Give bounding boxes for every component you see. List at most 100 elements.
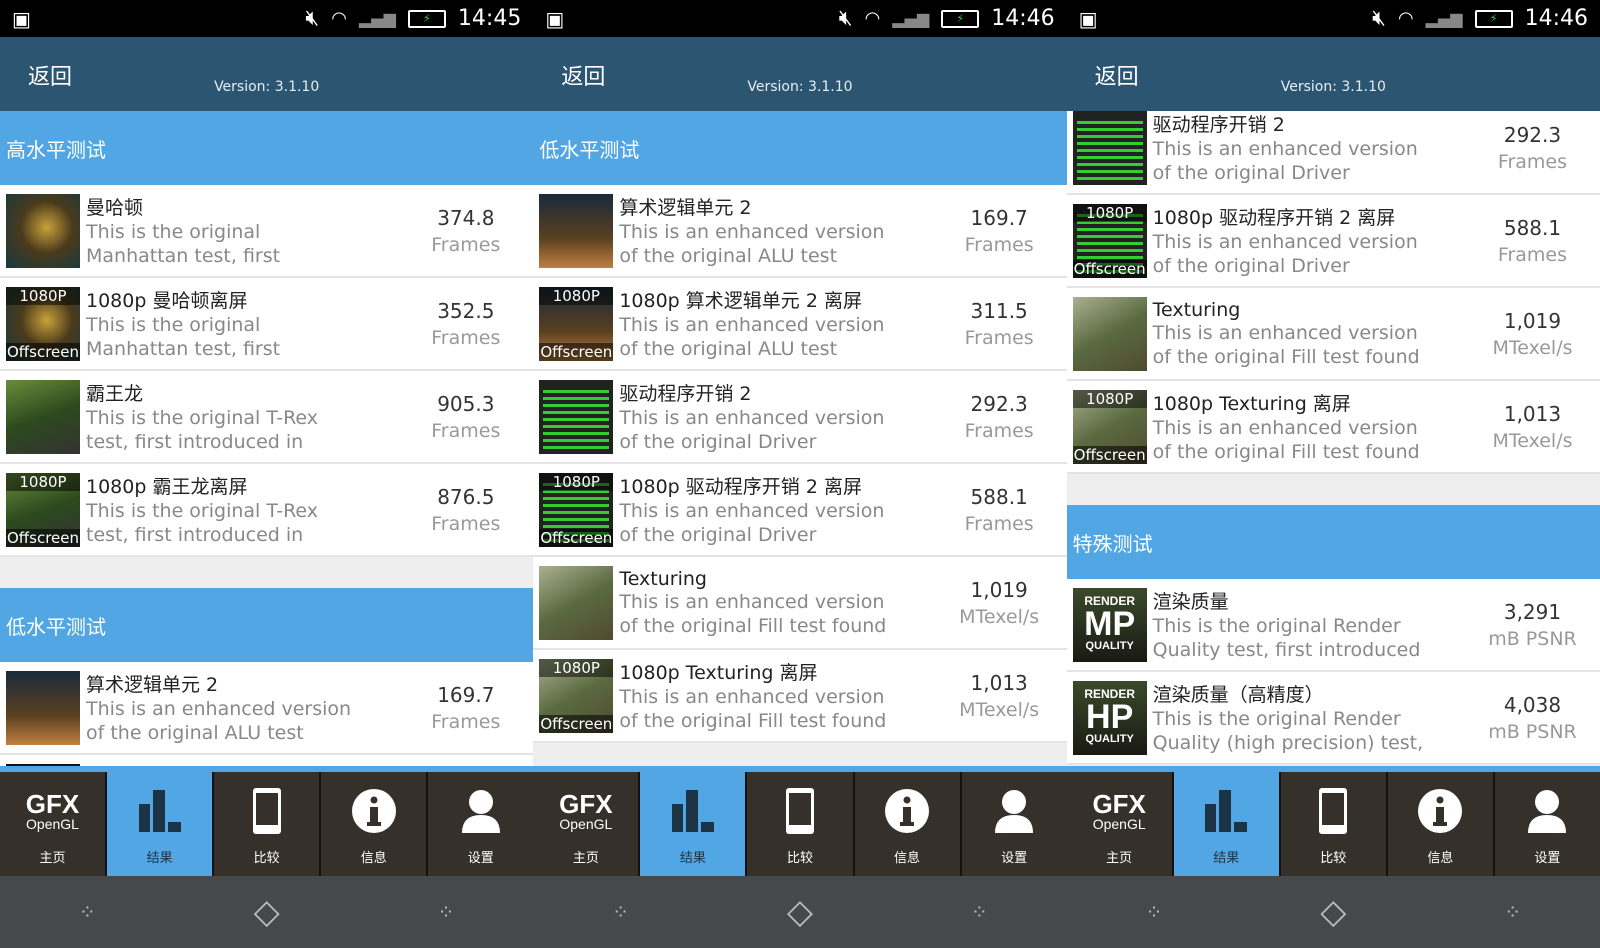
offscreen-tag: Offscreen — [6, 342, 80, 361]
section-header: 高水平测试 — [0, 111, 534, 185]
test-description: This is an enhanced version — [619, 314, 885, 336]
tab-label: 结果 — [146, 851, 173, 866]
test-result-row[interactable]: 算术逻辑单元 2 This is an enhanced version of … — [533, 185, 1067, 278]
test-result-row[interactable]: Texturing This is an enhanced version of… — [1066, 288, 1600, 381]
test-result-row[interactable]: RENDER HP QUALITY 渲染质量（高精度） This is the or… — [1066, 672, 1600, 765]
tab-label: 主页 — [1106, 851, 1133, 866]
test-result-row[interactable]: Texturing This is an enhanced version of… — [533, 557, 1067, 650]
results-list[interactable]: 低水平测试 算术逻辑单元 2 This is an enhanced versi… — [533, 111, 1067, 766]
score-value: 292.3 — [970, 391, 1028, 416]
score-unit: MTexel/s — [1492, 429, 1573, 452]
tab-0[interactable]: GFX OpenGL 主页 — [0, 772, 106, 876]
test-result-row[interactable]: 1080P Offscreen 1080p 霸王龙离屏 This is the o… — [0, 464, 534, 557]
test-name: 1080p 算术逻辑单元 2 离屏 — [619, 290, 862, 312]
1080p-tag: 1080P — [539, 658, 614, 677]
test-result-row[interactable]: 霸王龙 This is the original T-Rex test, fir… — [0, 371, 534, 464]
tab-3[interactable]: 信息 — [1387, 772, 1493, 876]
tab-label: 设置 — [1534, 851, 1561, 866]
test-name: Texturing — [619, 567, 707, 590]
test-result-row[interactable]: 1080P Offscreen 1080p 曼哈顿离屏 This is the o… — [0, 278, 534, 371]
tab-1[interactable]: 结果 — [1173, 772, 1279, 876]
test-description: of the original Fill test found — [619, 710, 887, 732]
test-description: of the original Driver — [619, 431, 817, 453]
test-description: This is an enhanced version — [1152, 138, 1418, 160]
info-icon — [884, 783, 930, 839]
test-description: This is an enhanced version — [1152, 231, 1418, 253]
tab-4[interactable]: 设置 — [428, 772, 534, 876]
test-description: of the original Driver — [619, 524, 817, 546]
version-label: Version: 3.1.10 — [747, 79, 853, 95]
tab-4[interactable]: 设置 — [1494, 772, 1600, 876]
test-result-row[interactable]: 1080P Offscreen 1080p 算术逻辑单元 2 离屏 This is… — [533, 278, 1067, 371]
score-value: 1,019 — [1503, 308, 1562, 333]
battery-icon: ⚡ — [407, 9, 446, 28]
menu-dots-icon[interactable]: ⁘ — [79, 900, 96, 924]
spacer — [1066, 474, 1600, 505]
score-value: 374.8 — [437, 205, 495, 230]
user-icon — [461, 783, 501, 839]
screens: ▣ 🔇︎ ◠ ▂▄▆ ⚡ 14:45 返回 Version: 3.1.10 高水… — [0, 0, 1600, 948]
test-description: This is an enhanced version — [1152, 321, 1418, 344]
1080p-tag: 1080P — [539, 472, 614, 491]
menu-dots-icon[interactable]: ⁘ — [971, 900, 988, 924]
menu-dots-icon[interactable]: ⁘ — [612, 900, 629, 924]
test-thumbnail: 1080P Offscreen — [6, 472, 80, 547]
score-value: 169.7 — [970, 205, 1028, 230]
results-list[interactable]: 高水平测试 曼哈顿 This is the original Manhattan… — [0, 111, 534, 766]
test-result-row[interactable]: 1080P Offscreen 1080p Texturing 离屏 This i… — [1066, 381, 1600, 474]
mute-icon: 🔇︎ — [1372, 6, 1386, 31]
tab-2[interactable]: 比较 — [214, 772, 320, 876]
test-result-row[interactable]: 驱动程序开销 2 This is an enhanced version of … — [533, 371, 1067, 464]
image-notification-icon: ▣ — [12, 6, 31, 31]
section-header: 低水平测试 — [0, 588, 534, 662]
test-thumbnail — [1072, 296, 1147, 371]
tab-0[interactable]: GFX OpenGL 主页 — [1066, 772, 1172, 876]
tab-1[interactable]: 结果 — [107, 772, 213, 876]
tab-3[interactable]: 信息 — [321, 772, 427, 876]
test-result-row[interactable]: 1080P Offscreen 1080p Texturing 离屏 This i… — [533, 650, 1067, 743]
tab-1[interactable]: 结果 — [640, 772, 746, 876]
test-name: 1080p 曼哈顿离屏 — [86, 290, 248, 312]
score-value: 169.7 — [437, 682, 495, 707]
test-result-row[interactable]: 1080POffscreen — [0, 755, 534, 766]
diamond-home-icon[interactable]: ◇ — [254, 892, 280, 932]
score-unit: MTexel/s — [959, 698, 1040, 721]
test-result-row[interactable]: 1080P Offscreen 1080p 驱动程序开销 2 离屏 This is… — [1066, 195, 1600, 288]
test-result-row[interactable]: 曼哈顿 This is the original Manhattan test,… — [0, 185, 534, 278]
results-list[interactable]: 驱动程序开销 2 This is an enhanced version of … — [1066, 111, 1600, 766]
test-result-row[interactable]: RENDER MP QUALITY 渲染质量 This is the origina… — [1066, 579, 1600, 672]
menu-dots-icon[interactable]: ⁘ — [438, 900, 455, 924]
1080p-tag: 1080P — [1072, 389, 1147, 408]
test-result-row[interactable]: 算术逻辑单元 2 This is an enhanced version of … — [0, 662, 534, 755]
tab-0[interactable]: GFX OpenGL 主页 — [533, 772, 639, 876]
bar-chart-icon — [1203, 783, 1249, 839]
spacer — [0, 557, 534, 588]
tab-3[interactable]: 信息 — [854, 772, 960, 876]
diamond-home-icon[interactable]: ◇ — [1320, 892, 1346, 932]
wifi-icon: ◠ — [1397, 8, 1414, 29]
test-result-row[interactable]: 1080P Offscreen 1080p 驱动程序开销 2 离屏 This is… — [533, 464, 1067, 557]
score-unit: mB PSNR — [1488, 720, 1577, 743]
test-thumbnail: 1080P Offscreen — [1072, 389, 1147, 464]
1080p-tag: 1080P — [6, 286, 80, 305]
test-description: Quality test, first introduced — [1152, 639, 1421, 661]
test-result-row[interactable]: 驱动程序开销 2 This is an enhanced version of … — [1066, 111, 1600, 195]
bottom-nav: GFX OpenGL 主页 结果 比较 信息 设置 — [1066, 772, 1600, 876]
diamond-home-icon[interactable]: ◇ — [787, 892, 813, 932]
battery-icon: ⚡ — [1474, 9, 1513, 28]
menu-dots-icon[interactable]: ⁘ — [1146, 900, 1163, 924]
tab-2[interactable]: 比较 — [1280, 772, 1386, 876]
version-label: Version: 3.1.10 — [1280, 79, 1386, 95]
1080p-tag: 1080P — [539, 286, 614, 305]
menu-dots-icon[interactable]: ⁘ — [1504, 900, 1521, 924]
test-name: 渲染质量（高精度） — [1152, 684, 1324, 706]
tab-2[interactable]: 比较 — [747, 772, 853, 876]
signal-icon: ▂▄▆ — [1425, 9, 1463, 28]
system-bar: ⁘ ◇ ⁘ — [533, 876, 1067, 948]
tab-4[interactable]: 设置 — [961, 772, 1067, 876]
score-value: 292.3 — [1503, 122, 1562, 147]
test-thumbnail — [1072, 111, 1147, 185]
tab-label: 信息 — [360, 851, 387, 866]
test-name: 1080p 驱动程序开销 2 离屏 — [1152, 207, 1396, 229]
info-icon — [351, 783, 397, 839]
